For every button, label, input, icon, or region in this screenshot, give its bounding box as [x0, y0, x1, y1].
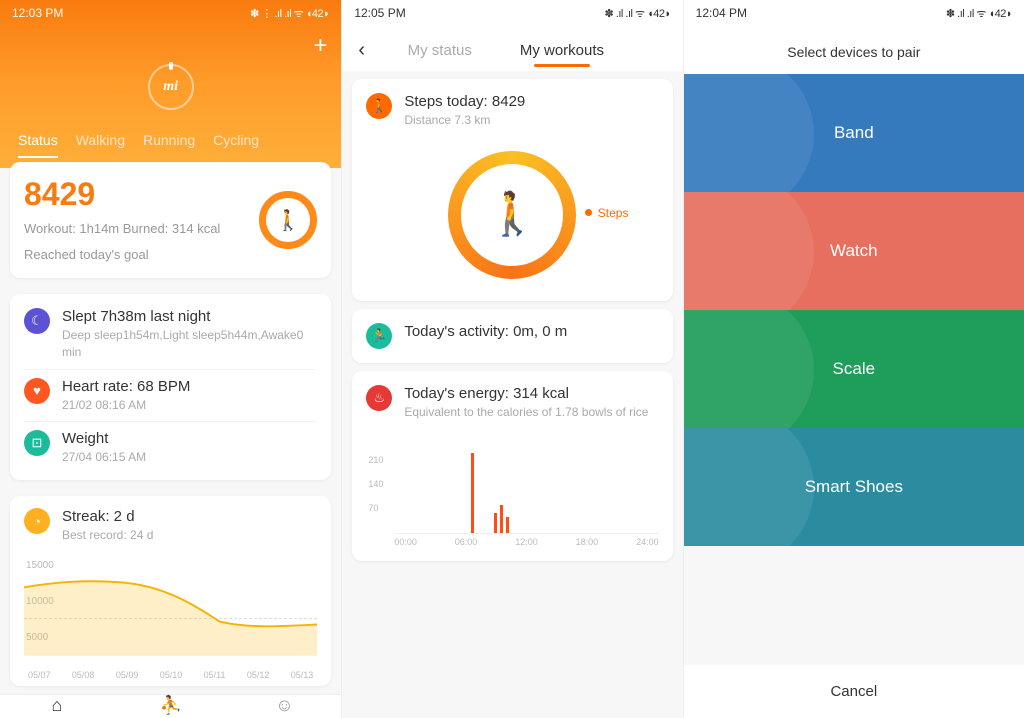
- metric-sub: 21/02 08:16 AM: [62, 397, 190, 414]
- statusbar: 12:05 PM ✽ .ıl .ıl ᯤ ◖42◗: [342, 0, 682, 26]
- metrics-card: ☾ Slept 7h38m last night Deep sleep1h54m…: [10, 294, 331, 480]
- steps-today-sub: Distance 7.3 km: [404, 112, 525, 129]
- header-gradient: 12:03 PM ✽ ⋮ .ıl .ıl ᯤ ◖42◗ + mi Status …: [0, 0, 341, 168]
- energy-chart: 210 140 70 00:00 06:00 12:00 18:00 24:00: [366, 437, 658, 547]
- status-indicators-icon: ✽ .ıl .ıl ᯤ ◖42◗: [946, 6, 1012, 21]
- nav-friends[interactable]: ⛹ Friends: [114, 695, 228, 718]
- header: ‹ My status My workouts: [342, 26, 682, 71]
- run-icon: 🏃: [366, 323, 392, 349]
- back-button[interactable]: ‹: [358, 39, 365, 62]
- tab-my-workouts[interactable]: My workouts: [516, 36, 608, 65]
- add-button[interactable]: +: [313, 32, 327, 60]
- metric-title: Slept 7h38m last night: [62, 308, 317, 325]
- ytick: 70: [368, 503, 378, 513]
- ytick: 210: [368, 455, 383, 465]
- nav-workout[interactable]: ⌂ Workout: [0, 695, 114, 718]
- pair-title: Select devices to pair: [684, 26, 1024, 74]
- streak-title: Streak: 2 d: [62, 508, 153, 525]
- ytick: 140: [368, 479, 383, 489]
- moon-icon: ☾: [24, 308, 50, 334]
- nav-profile[interactable]: ☺ Profile: [228, 695, 342, 718]
- profile-icon: ☺: [275, 695, 293, 716]
- energy-card[interactable]: ♨ Today's energy: 314 kcal Equivalent to…: [352, 371, 672, 561]
- energy-xlabels: 00:00 06:00 12:00 18:00 24:00: [394, 537, 658, 547]
- streak-icon: ◔: [24, 508, 50, 534]
- bottom-nav: ⌂ Workout ⛹ Friends ☺ Profile: [0, 694, 341, 718]
- tab-status[interactable]: Status: [18, 132, 58, 158]
- steps-card[interactable]: 8429 Workout: 1h14m Burned: 314 kcal Rea…: [10, 162, 331, 278]
- metric-title: Heart rate: 68 BPM: [62, 378, 190, 395]
- energy-title: Today's energy: 314 kcal: [404, 385, 648, 402]
- metric-sub: Deep sleep1h54m,Light sleep5h44m,Awake0 …: [62, 327, 317, 361]
- mi-logo-icon: mi: [163, 79, 178, 95]
- activity-title: Today's activity: 0m, 0 m: [404, 323, 567, 340]
- streak-xlabels: 05/07 05/08 05/09 05/10 05/11 05/12 05/1…: [24, 668, 317, 686]
- streak-sub: Best record: 24 d: [62, 527, 153, 544]
- steps-big-ring: 🚶 Steps: [448, 151, 576, 279]
- screen-pair: 12:04 PM ✽ .ıl .ıl ᯤ ◖42◗ Select devices…: [683, 0, 1024, 718]
- status-time: 12:05 PM: [354, 6, 405, 20]
- metric-title: Weight: [62, 430, 146, 447]
- status-indicators-icon: ✽ .ıl .ıl ᯤ ◖42◗: [605, 6, 671, 21]
- activity-card[interactable]: 🏃 Today's activity: 0m, 0 m: [352, 309, 672, 363]
- metric-sleep[interactable]: ☾ Slept 7h38m last night Deep sleep1h54m…: [24, 300, 317, 369]
- steps-value: 8429: [24, 176, 220, 213]
- top-tabs: Status Walking Running Cycling: [0, 118, 341, 158]
- steps-line2: Reached today's goal: [24, 245, 220, 265]
- fire-icon: ♨: [366, 385, 392, 411]
- statusbar: 12:03 PM ✽ ⋮ .ıl .ıl ᯤ ◖42◗: [0, 0, 341, 26]
- streak-card[interactable]: ◔ Streak: 2 d Best record: 24 d 15000 10…: [10, 496, 331, 686]
- steps-ring-icon: 🚶: [259, 191, 317, 249]
- metric-sub: 27/04 06:15 AM: [62, 449, 146, 466]
- device-band[interactable]: Band: [684, 74, 1024, 192]
- steps-line1: Workout: 1h14m Burned: 314 kcal: [24, 219, 220, 239]
- workout-tabs: My status My workouts: [365, 36, 647, 65]
- status-time: 12:03 PM: [12, 6, 63, 20]
- mi-logo-ring[interactable]: mi: [148, 64, 194, 110]
- tab-running[interactable]: Running: [143, 132, 195, 158]
- steps-today-title: Steps today: 8429: [404, 93, 525, 110]
- device-watch[interactable]: Watch: [684, 192, 1024, 310]
- status-time: 12:04 PM: [696, 6, 747, 20]
- energy-sub: Equivalent to the calories of 1.78 bowls…: [404, 404, 648, 421]
- friends-icon: ⛹: [159, 695, 181, 716]
- tab-walking[interactable]: Walking: [76, 132, 125, 158]
- home-icon: ⌂: [51, 695, 62, 716]
- statusbar: 12:04 PM ✽ .ıl .ıl ᯤ ◖42◗: [684, 0, 1024, 26]
- screen-status: 12:03 PM ✽ ⋮ .ıl .ıl ᯤ ◖42◗ + mi Status …: [0, 0, 341, 718]
- status-indicators-icon: ✽ ⋮ .ıl .ıl ᯤ ◖42◗: [250, 6, 329, 21]
- walk-icon: 🚶: [366, 93, 392, 119]
- steps-today-card[interactable]: 🚶 Steps today: 8429 Distance 7.3 km 🚶 St…: [352, 79, 672, 301]
- walk-icon: 🚶: [266, 198, 310, 242]
- metric-weight[interactable]: ⊡ Weight 27/04 06:15 AM: [24, 421, 317, 474]
- heart-icon: ♥: [24, 378, 50, 404]
- weight-icon: ⊡: [24, 430, 50, 456]
- cancel-button[interactable]: Cancel: [684, 665, 1024, 718]
- legend-steps: Steps: [585, 206, 629, 220]
- device-shoes[interactable]: Smart Shoes: [684, 428, 1024, 546]
- walk-icon: 🚶: [461, 164, 563, 266]
- tab-my-status[interactable]: My status: [404, 36, 476, 65]
- tab-cycling[interactable]: Cycling: [213, 132, 259, 158]
- device-scale[interactable]: Scale: [684, 310, 1024, 428]
- metric-heart[interactable]: ♥ Heart rate: 68 BPM 21/02 08:16 AM: [24, 369, 317, 422]
- screen-workouts: 12:05 PM ✽ .ıl .ıl ᯤ ◖42◗ ‹ My status My…: [341, 0, 682, 718]
- streak-chart: 15000 10000 5000: [24, 558, 317, 668]
